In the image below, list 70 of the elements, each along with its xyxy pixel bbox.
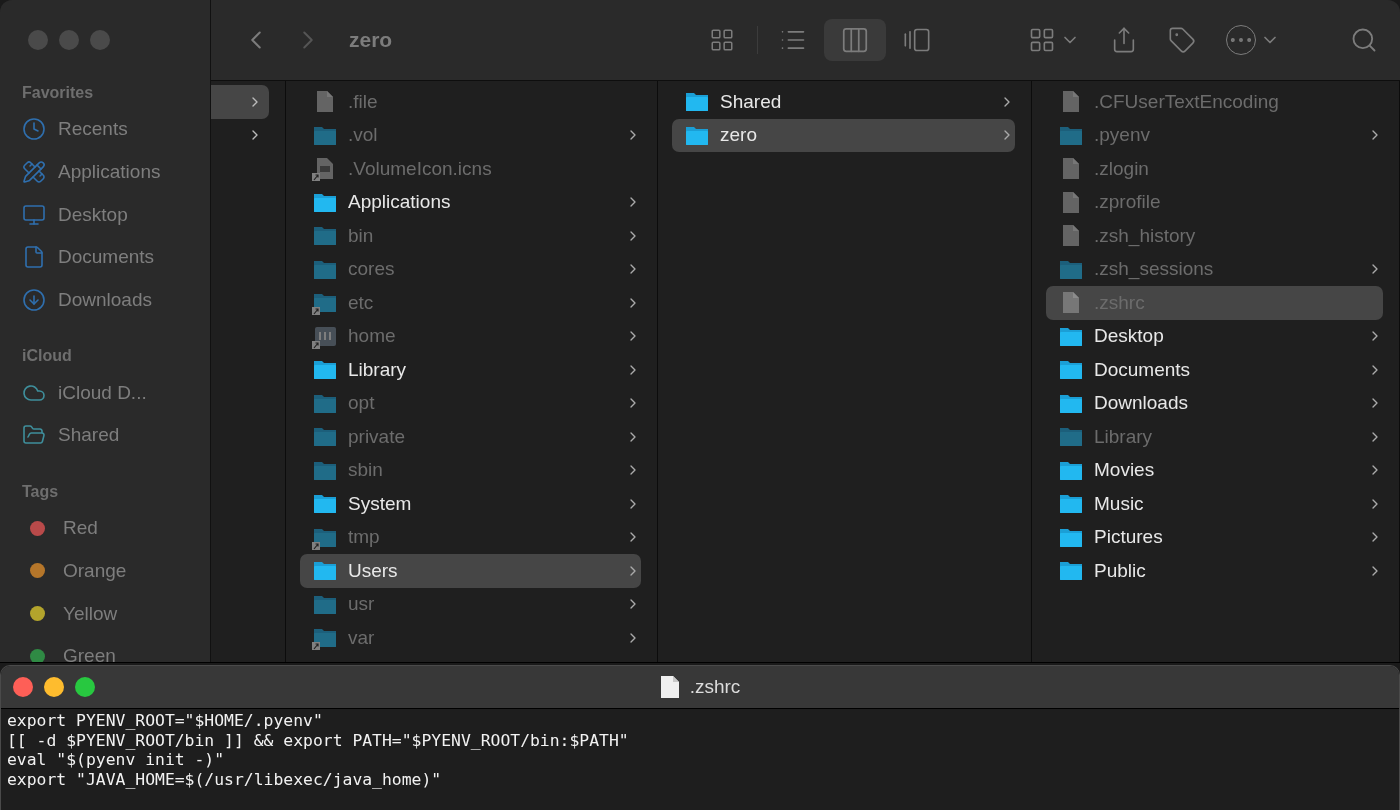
search-icon [1350,26,1378,54]
file-row[interactable]: Library [1046,420,1383,454]
sidebar-item[interactable]: Shared [22,414,210,457]
window-title: .zshrc [689,676,741,698]
document-icon [659,675,680,699]
sidebar-item[interactable]: iCloud D... [22,371,210,415]
file-row[interactable]: Downloads [1046,386,1383,420]
sidebar-item[interactable]: Applications [22,150,210,194]
sidebar-section-title: Tags [22,482,60,501]
file-row[interactable]: .zsh_sessions [1046,252,1383,286]
file-row[interactable]: System [300,487,641,521]
file-row[interactable]: private [300,420,641,454]
download-icon [22,288,46,313]
window-title: zero [349,28,393,52]
sidebar-item[interactable]: Orange [22,549,210,593]
file-row[interactable]: .CFUserTextEncoding [1046,85,1383,119]
zoom-button[interactable] [75,677,95,697]
code-line: eval "$(pyenv init -)" [7,750,226,770]
desktop-icon [22,202,46,227]
sidebar-item[interactable]: Downloads [22,278,210,322]
file-row[interactable]: Desktop [1046,319,1383,353]
sidebar-item[interactable]: Red [22,506,210,550]
file-row[interactable]: cores [300,252,641,286]
grid-icon [709,27,735,53]
file-row[interactable]: Shared [672,85,1015,119]
file-row[interactable]: Documents [1046,353,1383,387]
file-row[interactable]: Users [300,554,641,588]
file-row[interactable]: var [300,621,641,655]
file-row[interactable]: usr [300,587,641,621]
file-row[interactable]: sbin [300,453,641,487]
file-row[interactable]: zero [672,118,1015,152]
file-row[interactable]: Public [1046,554,1383,588]
file-row[interactable]: Applications [300,185,641,219]
file-row[interactable]: .file [300,85,641,119]
tag-button[interactable] [1168,26,1196,54]
tag-icon [1168,26,1196,54]
file-row[interactable]: Pictures [1046,520,1383,554]
file-row[interactable]: .pyenv [1046,118,1383,152]
code-line: export "JAVA_HOME=$(/usr/libexec/java_home)" [7,769,443,789]
file-row[interactable]: .vol [300,118,641,152]
file-row[interactable]: opt [300,386,641,420]
file-row[interactable]: Music [1046,487,1383,521]
view-button[interactable] [824,19,886,61]
code-line: export PYENV_ROOT="$HOME/.pyenv" [7,711,324,731]
clock-icon [22,117,46,142]
sidebar-item[interactable]: Green [22,634,210,662]
code-line: [[ -d $PYENV_ROOT/bin ]] && export PATH="$PYENV_ROOT/bin:$PATH" [7,730,630,750]
file-row[interactable]: .VolumeIcon.icns [300,152,641,186]
file-row[interactable]: .zlogin [1046,152,1383,186]
sidebar-section-title: Favorites [22,84,95,102]
minimize-button[interactable] [44,677,64,697]
document-icon [22,245,46,270]
file-row[interactable]: bin [300,219,641,253]
search-button[interactable] [1350,26,1378,54]
gallery-icon [903,26,931,54]
file-row[interactable]: Movies [1046,453,1383,487]
columns-icon [840,25,870,55]
sidebar-item[interactable]: Yellow [22,592,210,635]
file-row[interactable]: etc [300,286,641,320]
sidebar-item[interactable]: Desktop [22,193,210,237]
sidebar-section-title: iCloud [22,347,73,366]
sidebar-item[interactable]: Documents [22,236,210,279]
file-row[interactable]: home [300,319,641,353]
file-row[interactable]: tmp [300,520,641,554]
close-button[interactable] [13,677,33,697]
file-row[interactable]: .zsh_history [1046,219,1383,253]
grid-icon [1028,26,1056,54]
sidebar-item[interactable]: Recents [22,108,210,151]
file-row[interactable]: .zprofile [1046,185,1383,219]
file-row[interactable]: Library [300,353,641,387]
